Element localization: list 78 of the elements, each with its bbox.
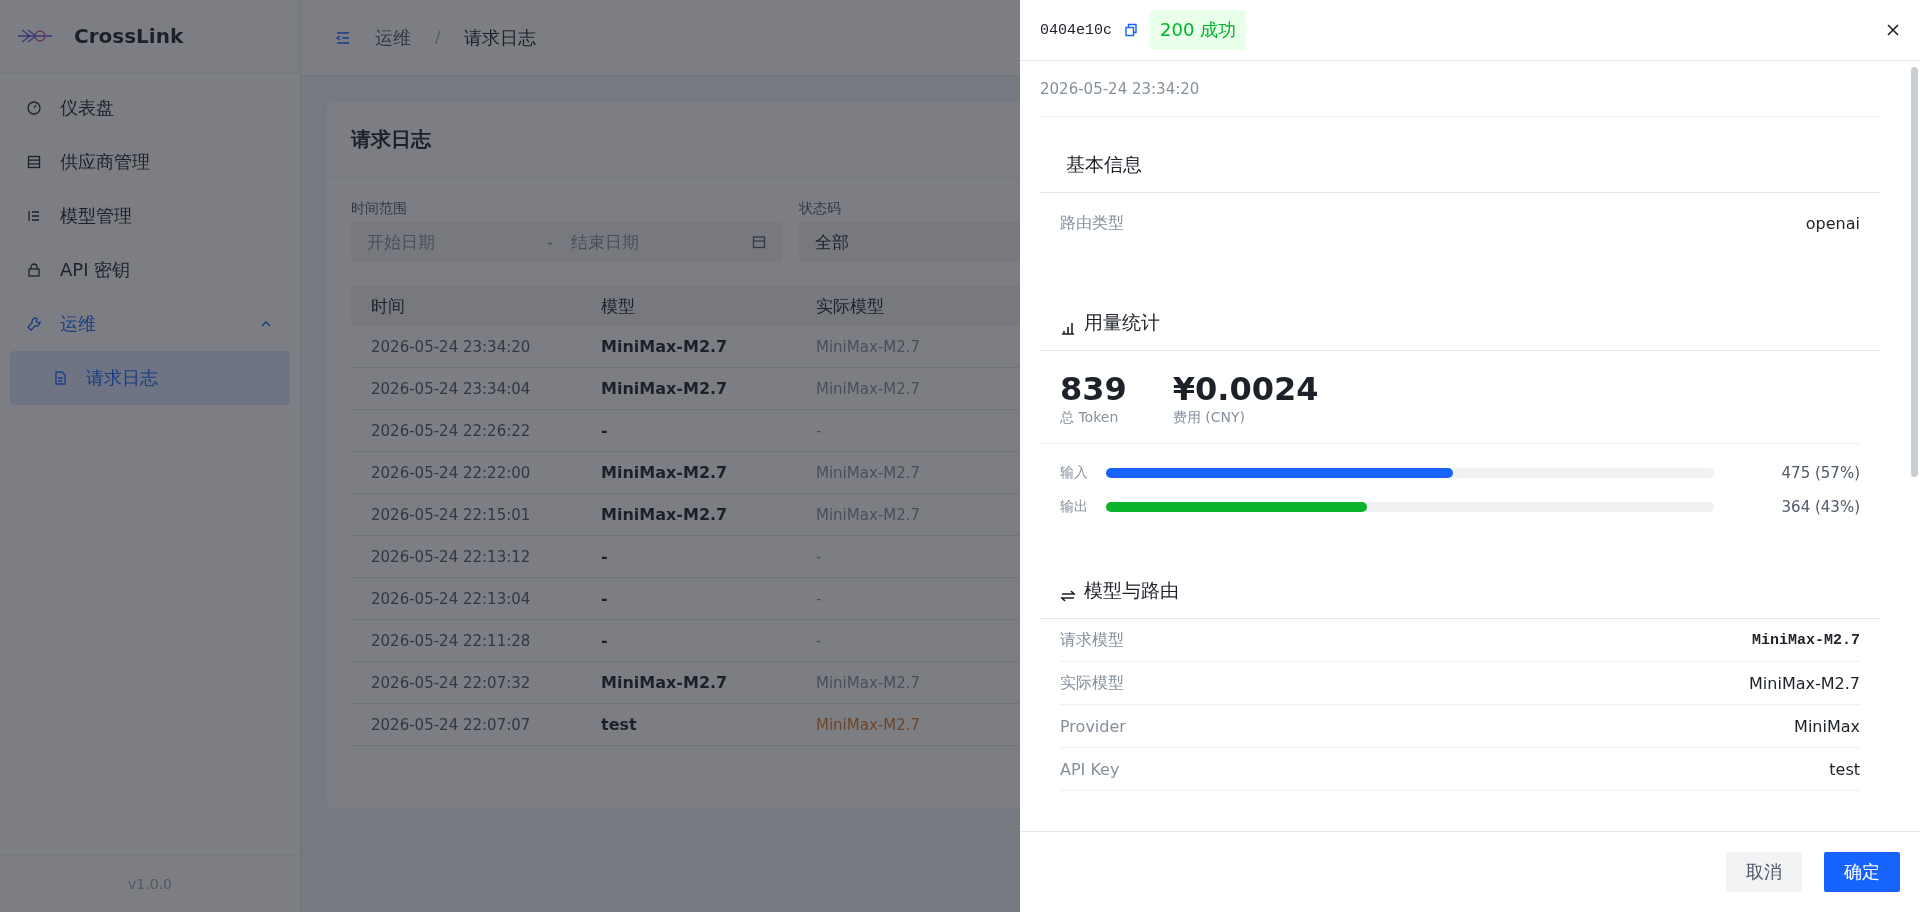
table-cell: 2026-05-24 22:07:32 bbox=[371, 673, 531, 692]
bar-chart-icon bbox=[1060, 320, 1076, 336]
menu-item[interactable]: 仪表盘 bbox=[10, 81, 290, 135]
table-cell: - bbox=[601, 589, 608, 608]
table-cell: 2026-05-24 22:13:04 bbox=[371, 589, 531, 608]
menu-item[interactable]: 供应商管理 bbox=[10, 135, 290, 189]
breadcrumb-separator: / bbox=[435, 28, 441, 47]
table-cell: test bbox=[601, 715, 637, 734]
field-label: Provider bbox=[1060, 716, 1126, 736]
table-cell: MiniMax-M2.7 bbox=[601, 673, 728, 692]
close-icon[interactable] bbox=[1886, 23, 1900, 37]
total-tokens: 839 bbox=[1060, 369, 1127, 409]
table-cell: 2026-05-24 23:34:20 bbox=[371, 337, 531, 356]
calendar-icon bbox=[751, 234, 767, 250]
menu-item[interactable]: 运维 bbox=[10, 297, 290, 351]
table-cell: 2026-05-24 22:13:12 bbox=[371, 547, 531, 566]
table-cell: MiniMax-M2.7 bbox=[601, 379, 728, 398]
table-cell: 2026-05-24 22:22:00 bbox=[371, 463, 531, 482]
table-cell: 2026-05-24 22:26:22 bbox=[371, 421, 531, 440]
cost-value: ¥0.0024 bbox=[1172, 369, 1319, 409]
field-value: openai bbox=[1805, 213, 1860, 233]
table-cell: MiniMax-M2.7 bbox=[816, 715, 920, 734]
section-title: 用量统计 bbox=[1084, 310, 1160, 335]
table-cell: 2026-05-24 22:15:01 bbox=[371, 505, 531, 524]
field-value: MiniMax bbox=[1794, 716, 1860, 736]
column-header: 实际模型 bbox=[816, 294, 885, 318]
table-cell: 2026-05-24 22:11:28 bbox=[371, 631, 531, 650]
table-cell: - bbox=[601, 421, 608, 440]
section-title: 基本信息 bbox=[1065, 152, 1142, 177]
bar-label: 输入 bbox=[1060, 464, 1089, 482]
table-cell: - bbox=[816, 547, 822, 566]
table-cell: - bbox=[816, 631, 822, 650]
bar-label: 输出 bbox=[1060, 498, 1089, 516]
server-icon bbox=[26, 154, 42, 170]
stat-label: 费用 (CNY) bbox=[1172, 409, 1246, 427]
field-label: API Key bbox=[1060, 759, 1120, 779]
menu-item[interactable]: 请求日志 bbox=[10, 351, 290, 405]
request-id: 0404e10c bbox=[1040, 21, 1112, 39]
table-cell: - bbox=[601, 547, 608, 566]
filter-label: 状态码 bbox=[799, 200, 842, 218]
menu-item[interactable]: API 密钥 bbox=[10, 243, 290, 297]
document-icon bbox=[52, 370, 68, 386]
app-name: CrossLink bbox=[74, 24, 184, 48]
field-label: 实际模型 bbox=[1060, 672, 1124, 694]
field-value: MiniMax-M2.7 bbox=[1751, 631, 1860, 649]
table-cell: 2026-05-24 22:07:07 bbox=[371, 715, 531, 734]
menu-item[interactable]: 模型管理 bbox=[10, 189, 290, 243]
list-icon bbox=[26, 208, 42, 224]
gauge-icon bbox=[26, 100, 42, 116]
table-cell: - bbox=[816, 589, 822, 608]
lock-icon bbox=[26, 262, 42, 278]
column-header: 模型 bbox=[601, 294, 636, 318]
filter-label: 时间范围 bbox=[351, 200, 408, 218]
field-value: test bbox=[1829, 759, 1860, 779]
scrollbar[interactable] bbox=[1911, 67, 1918, 477]
cancel-button[interactable]: 取消 bbox=[1726, 852, 1802, 892]
logo-icon bbox=[18, 27, 52, 45]
table-cell: MiniMax-M2.7 bbox=[601, 463, 728, 482]
table-cell: MiniMax-M2.7 bbox=[601, 337, 728, 356]
field-label: 请求模型 bbox=[1060, 629, 1124, 651]
swap-arrows-icon bbox=[1060, 588, 1076, 604]
wrench-icon bbox=[26, 316, 42, 332]
breadcrumb-item: 请求日志 bbox=[464, 25, 537, 50]
table-cell: 2026-05-24 23:34:04 bbox=[371, 379, 531, 398]
field-value: MiniMax-M2.7 bbox=[1749, 673, 1860, 693]
confirm-button[interactable]: 确定 bbox=[1824, 852, 1900, 892]
table-cell: - bbox=[816, 421, 822, 440]
bar-reading: 364 (43%) bbox=[1781, 498, 1860, 516]
copy-icon[interactable] bbox=[1124, 23, 1138, 37]
bar-reading: 475 (57%) bbox=[1781, 464, 1860, 482]
section-title: 模型与路由 bbox=[1084, 578, 1179, 603]
breadcrumb-item[interactable]: 运维 bbox=[375, 25, 411, 50]
table-cell: - bbox=[601, 631, 608, 650]
status-tag: 200 成功 bbox=[1150, 10, 1247, 50]
column-header: 时间 bbox=[371, 294, 406, 318]
stat-label: 总 Token bbox=[1060, 409, 1120, 427]
timestamp: 2026-05-24 23:34:20 bbox=[1040, 79, 1200, 98]
table-cell: MiniMax-M2.7 bbox=[601, 505, 728, 524]
